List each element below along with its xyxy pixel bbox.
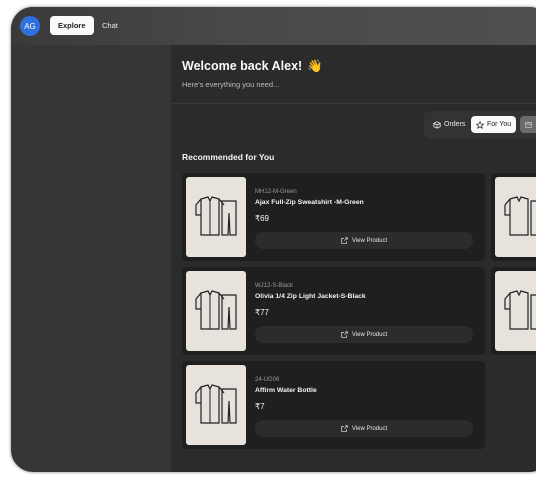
product-sku: MH12-M-Green: [255, 189, 297, 195]
external-link-icon: [341, 425, 348, 432]
nav-explore-button[interactable]: Explore: [50, 16, 94, 35]
main-content: Welcome back Alex! 👋 Here's everything yo…: [171, 45, 536, 472]
page-title: Welcome back Alex! 👋: [182, 59, 323, 74]
top-bar: AG Explore Chat: [11, 7, 536, 45]
tab-for-you[interactable]: For You: [471, 116, 517, 133]
product-price: ₹69: [255, 214, 269, 223]
product-card[interactable]: MH12-M-Green Ajax Full-Zip Sweatshirt -M…: [182, 173, 485, 261]
product-image: [495, 177, 536, 257]
product-card[interactable]: WJ12-S-Black Olivia 1/4 Zip Light Jacket…: [182, 267, 485, 355]
app-window: AG Explore Chat Welcome back Alex! 👋 Here…: [11, 7, 536, 472]
product-image: [495, 271, 536, 351]
clothing-icon: [195, 384, 237, 424]
view-product-label: View Product: [351, 425, 388, 432]
product-card-partial[interactable]: [491, 267, 536, 355]
section-title: Recommended for You: [182, 152, 275, 162]
clothing-icon: [195, 196, 237, 236]
product-name: Ajax Full-Zip Sweatshirt -M-Green: [255, 199, 364, 206]
tab-orders[interactable]: Orders: [428, 116, 470, 133]
wave-emoji: 👋: [307, 59, 323, 73]
calendar-icon: [525, 122, 532, 128]
box-icon: [433, 120, 441, 129]
clothing-icon: [504, 196, 536, 236]
view-product-button[interactable]: View Product: [255, 326, 473, 343]
view-product-label: View Product: [351, 331, 388, 338]
tab-orders-label: Orders: [444, 121, 466, 128]
welcome-title: Welcome back Alex!: [182, 59, 303, 73]
tab-bar: Orders For You: [424, 111, 536, 138]
nav-chat-button[interactable]: Chat: [94, 16, 126, 35]
product-price: ₹77: [255, 308, 269, 317]
clothing-icon: [504, 290, 536, 330]
product-card[interactable]: 24-UG06 Affirm Water Bottle ₹7 View Prod…: [182, 361, 485, 449]
product-price: ₹7: [255, 402, 265, 411]
tab-for-you-label: For You: [487, 121, 512, 128]
tab-more[interactable]: [520, 116, 536, 133]
external-link-icon: [341, 331, 348, 338]
star-icon: [476, 120, 484, 129]
product-image: [186, 271, 246, 351]
product-image: [186, 177, 246, 257]
view-product-button[interactable]: View Product: [255, 232, 473, 249]
view-product-button[interactable]: View Product: [255, 420, 473, 437]
clothing-icon: [195, 290, 237, 330]
product-name: Affirm Water Bottle: [255, 387, 317, 394]
product-sku: 24-UG06: [255, 377, 280, 383]
external-link-icon: [341, 237, 348, 244]
page-subtitle: Here's everything you need...: [182, 80, 280, 89]
divider: [171, 103, 536, 104]
avatar[interactable]: AG: [20, 16, 40, 36]
product-image: [186, 365, 246, 445]
product-card-partial[interactable]: [491, 173, 536, 261]
product-name: Olivia 1/4 Zip Light Jacket-S-Black: [255, 293, 366, 300]
product-sku: WJ12-S-Black: [255, 283, 294, 289]
view-product-label: View Product: [351, 237, 388, 244]
